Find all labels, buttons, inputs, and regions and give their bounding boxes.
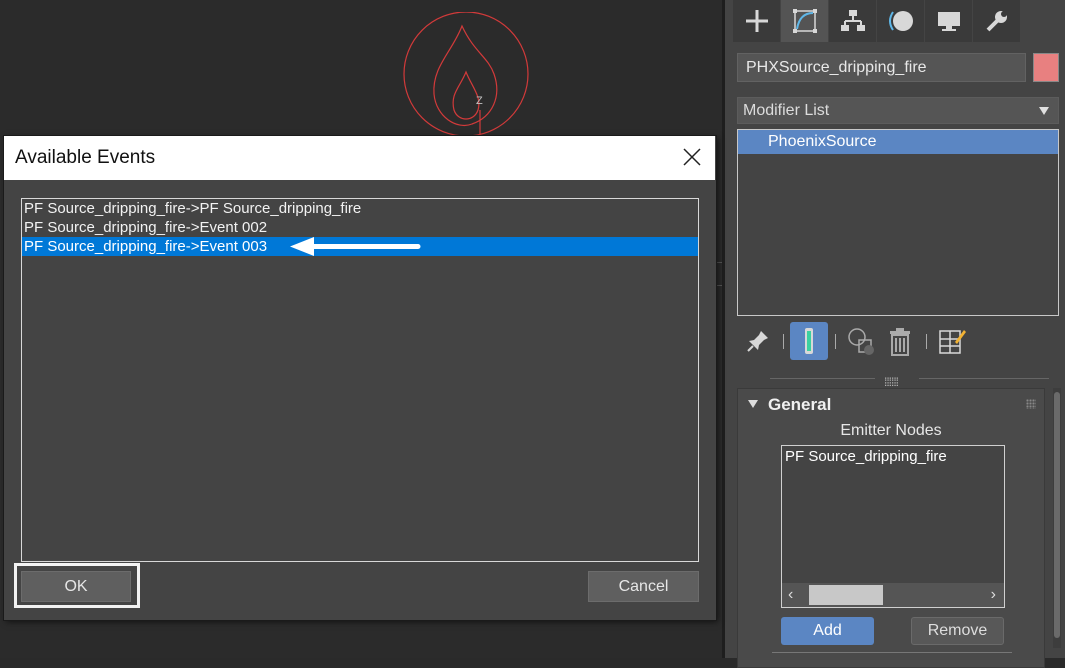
list-item[interactable]: PF Source_dripping_fire->Event 002 xyxy=(22,218,698,237)
panel-grip-icon[interactable]: ⁞⁞⁞⁞⁞⁞ xyxy=(884,375,899,389)
available-events-dialog: Available Events PF Source_dripping_fire… xyxy=(4,136,716,620)
chevron-right-icon[interactable]: › xyxy=(991,586,996,604)
dialog-titlebar[interactable]: Available Events xyxy=(4,136,715,180)
display-icon[interactable] xyxy=(925,0,972,42)
pin-stack-icon[interactable] xyxy=(739,322,777,360)
ok-button[interactable]: OK xyxy=(21,571,131,602)
modify-icon[interactable] xyxy=(781,0,828,42)
rollout-drag-handle-icon[interactable] xyxy=(1026,399,1036,409)
chevron-left-icon[interactable]: ‹ xyxy=(788,586,793,604)
hierarchy-icon[interactable] xyxy=(829,0,876,42)
make-unique-icon[interactable] xyxy=(842,322,880,360)
toolbar-separator xyxy=(926,334,927,349)
motion-icon[interactable] xyxy=(877,0,924,42)
toolbar-separator xyxy=(835,334,836,349)
scrollbar-thumb[interactable] xyxy=(1054,392,1060,638)
arrow-left-icon xyxy=(290,237,421,256)
list-item-label: PF Source_dripping_fire->Event 003 xyxy=(24,238,268,255)
gizmo-axis-label: Z xyxy=(476,95,483,107)
show-end-result-icon[interactable] xyxy=(790,322,828,360)
modifier-stack[interactable]: PhoenixSource xyxy=(737,129,1059,316)
object-color-swatch[interactable] xyxy=(1033,53,1059,82)
list-item[interactable]: PF Source_dripping_fire xyxy=(782,446,1004,467)
events-list[interactable]: PF Source_dripping_fire->PF Source_dripp… xyxy=(21,198,699,562)
object-name-field[interactable]: PHXSource_dripping_fire xyxy=(737,53,1026,82)
chevron-down-icon xyxy=(1039,107,1049,115)
modifier-list-label: Modifier List xyxy=(743,102,830,119)
close-icon[interactable] xyxy=(681,146,703,168)
scrollbar-thumb[interactable] xyxy=(809,585,883,605)
list-item[interactable]: PF Source_dripping_fire->PF Source_dripp… xyxy=(22,199,698,218)
modifier-list-dropdown[interactable]: Modifier List xyxy=(737,97,1059,124)
panel-scrollbar[interactable] xyxy=(1053,388,1061,648)
add-emitter-button[interactable]: Add xyxy=(781,617,874,645)
remove-emitter-button[interactable]: Remove xyxy=(911,617,1004,645)
modifier-stack-item[interactable]: PhoenixSource xyxy=(738,130,1058,154)
emitter-nodes-list[interactable]: PF Source_dripping_fire ‹ › xyxy=(781,445,1005,608)
toolbar-separator xyxy=(783,334,784,349)
cancel-button[interactable]: Cancel xyxy=(588,571,699,602)
divider xyxy=(770,378,875,379)
collapse-triangle-icon[interactable] xyxy=(748,400,758,408)
rollout-title[interactable]: General xyxy=(768,395,831,415)
emitter-nodes-label: Emitter Nodes xyxy=(840,422,942,439)
remove-modifier-icon[interactable] xyxy=(881,322,919,360)
command-panel: PHXSource_dripping_fire Modifier List Ph… xyxy=(722,0,1065,668)
dialog-title: Available Events xyxy=(15,147,156,168)
configure-modifier-sets-icon[interactable] xyxy=(933,322,971,360)
stack-toolbar xyxy=(739,322,1059,362)
divider xyxy=(919,378,1049,379)
horizontal-scrollbar[interactable]: ‹ › xyxy=(782,583,1004,607)
create-icon[interactable] xyxy=(733,0,780,42)
phoenix-source-gizmo-icon: Z xyxy=(403,12,529,137)
command-panel-tabs xyxy=(733,0,1021,42)
utilities-icon[interactable] xyxy=(973,0,1020,42)
list-item-selected[interactable]: PF Source_dripping_fire->Event 003 xyxy=(22,237,698,256)
general-rollout: General Emitter Nodes PF Source_dripping… xyxy=(737,388,1045,668)
